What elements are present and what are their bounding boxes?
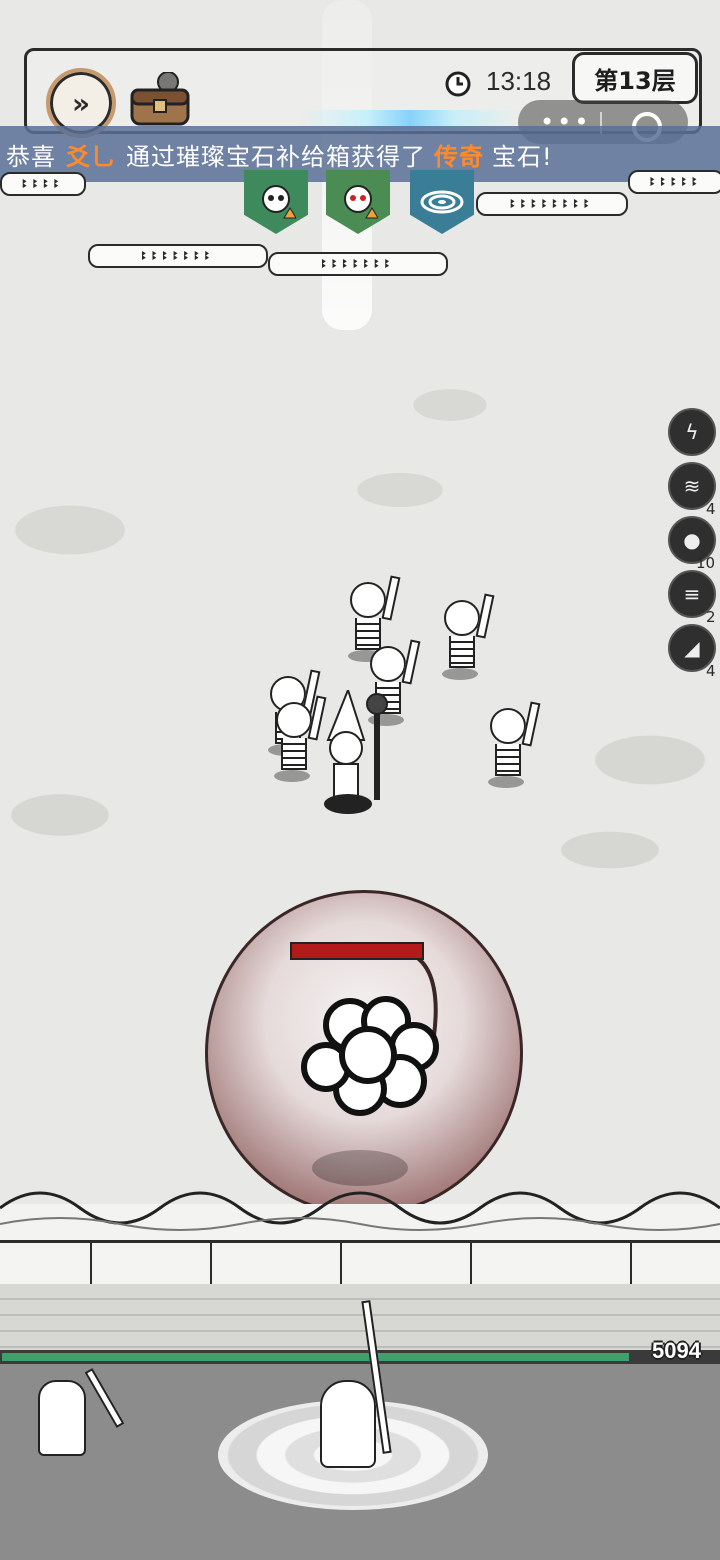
skeleton-enemy[interactable]: [484, 701, 541, 788]
enemy-hp-strip: ꔪꔪꔪꔪꔪꔪꔪꔪ: [476, 192, 628, 216]
banner-player: 爻乚: [66, 142, 116, 171]
skeleton-enemy[interactable]: [270, 695, 327, 782]
wall-hp-fill: [2, 1353, 629, 1361]
banner-prefix: 恭喜: [6, 142, 56, 171]
treasure-chest-icon: [130, 71, 190, 126]
boss-hp-bar: [290, 942, 424, 960]
banner-middle: 通过璀璨宝石补给箱获得了: [126, 142, 426, 171]
skill-count: 10: [696, 554, 716, 572]
wall-seam: [210, 1240, 212, 1284]
fast-forward-icon: »: [71, 86, 91, 120]
mage-hero[interactable]: [320, 1380, 376, 1468]
clock-icon: [444, 70, 472, 105]
enemy-hp-strip: ꔪꔪꔪꔪꔪꔪꔪ: [88, 244, 268, 268]
skeleton-enemy[interactable]: [438, 593, 495, 680]
wall-seam: [340, 1240, 342, 1284]
game-timer: 13:18: [486, 66, 552, 96]
wall-top: [0, 1240, 720, 1290]
wall-seam: [470, 1240, 472, 1284]
wall-seam: [630, 1240, 632, 1284]
skeleton-mage-enemy[interactable]: [318, 687, 388, 820]
banner-item: 传奇: [434, 142, 484, 171]
lightning-skill-icon[interactable]: ϟ: [668, 408, 716, 456]
skill-count: 4: [706, 500, 716, 518]
treasure-chest-button[interactable]: [128, 71, 192, 126]
boss-smoke-cloud[interactable]: [290, 985, 440, 1116]
wall-hp-value: 5094: [652, 1338, 701, 1363]
enemy-hp-strip: ꔪꔪꔪꔪꔪꔪꔪ: [268, 252, 448, 276]
skill-count: 2: [706, 608, 716, 626]
floor-level-badge: 第13层: [572, 52, 698, 104]
enemy-hp-strip: ꔪꔪꔪꔪ: [0, 172, 86, 196]
water-waves: [0, 1168, 720, 1240]
wall-seam: [90, 1240, 92, 1284]
enemy-hp-strip: ꔪꔪꔪꔪꔪ: [628, 170, 720, 194]
wall-planks: [0, 1284, 720, 1350]
spear-hero[interactable]: [38, 1380, 86, 1456]
banner-suffix: 宝石!: [492, 142, 553, 171]
skill-count: 4: [706, 662, 716, 680]
